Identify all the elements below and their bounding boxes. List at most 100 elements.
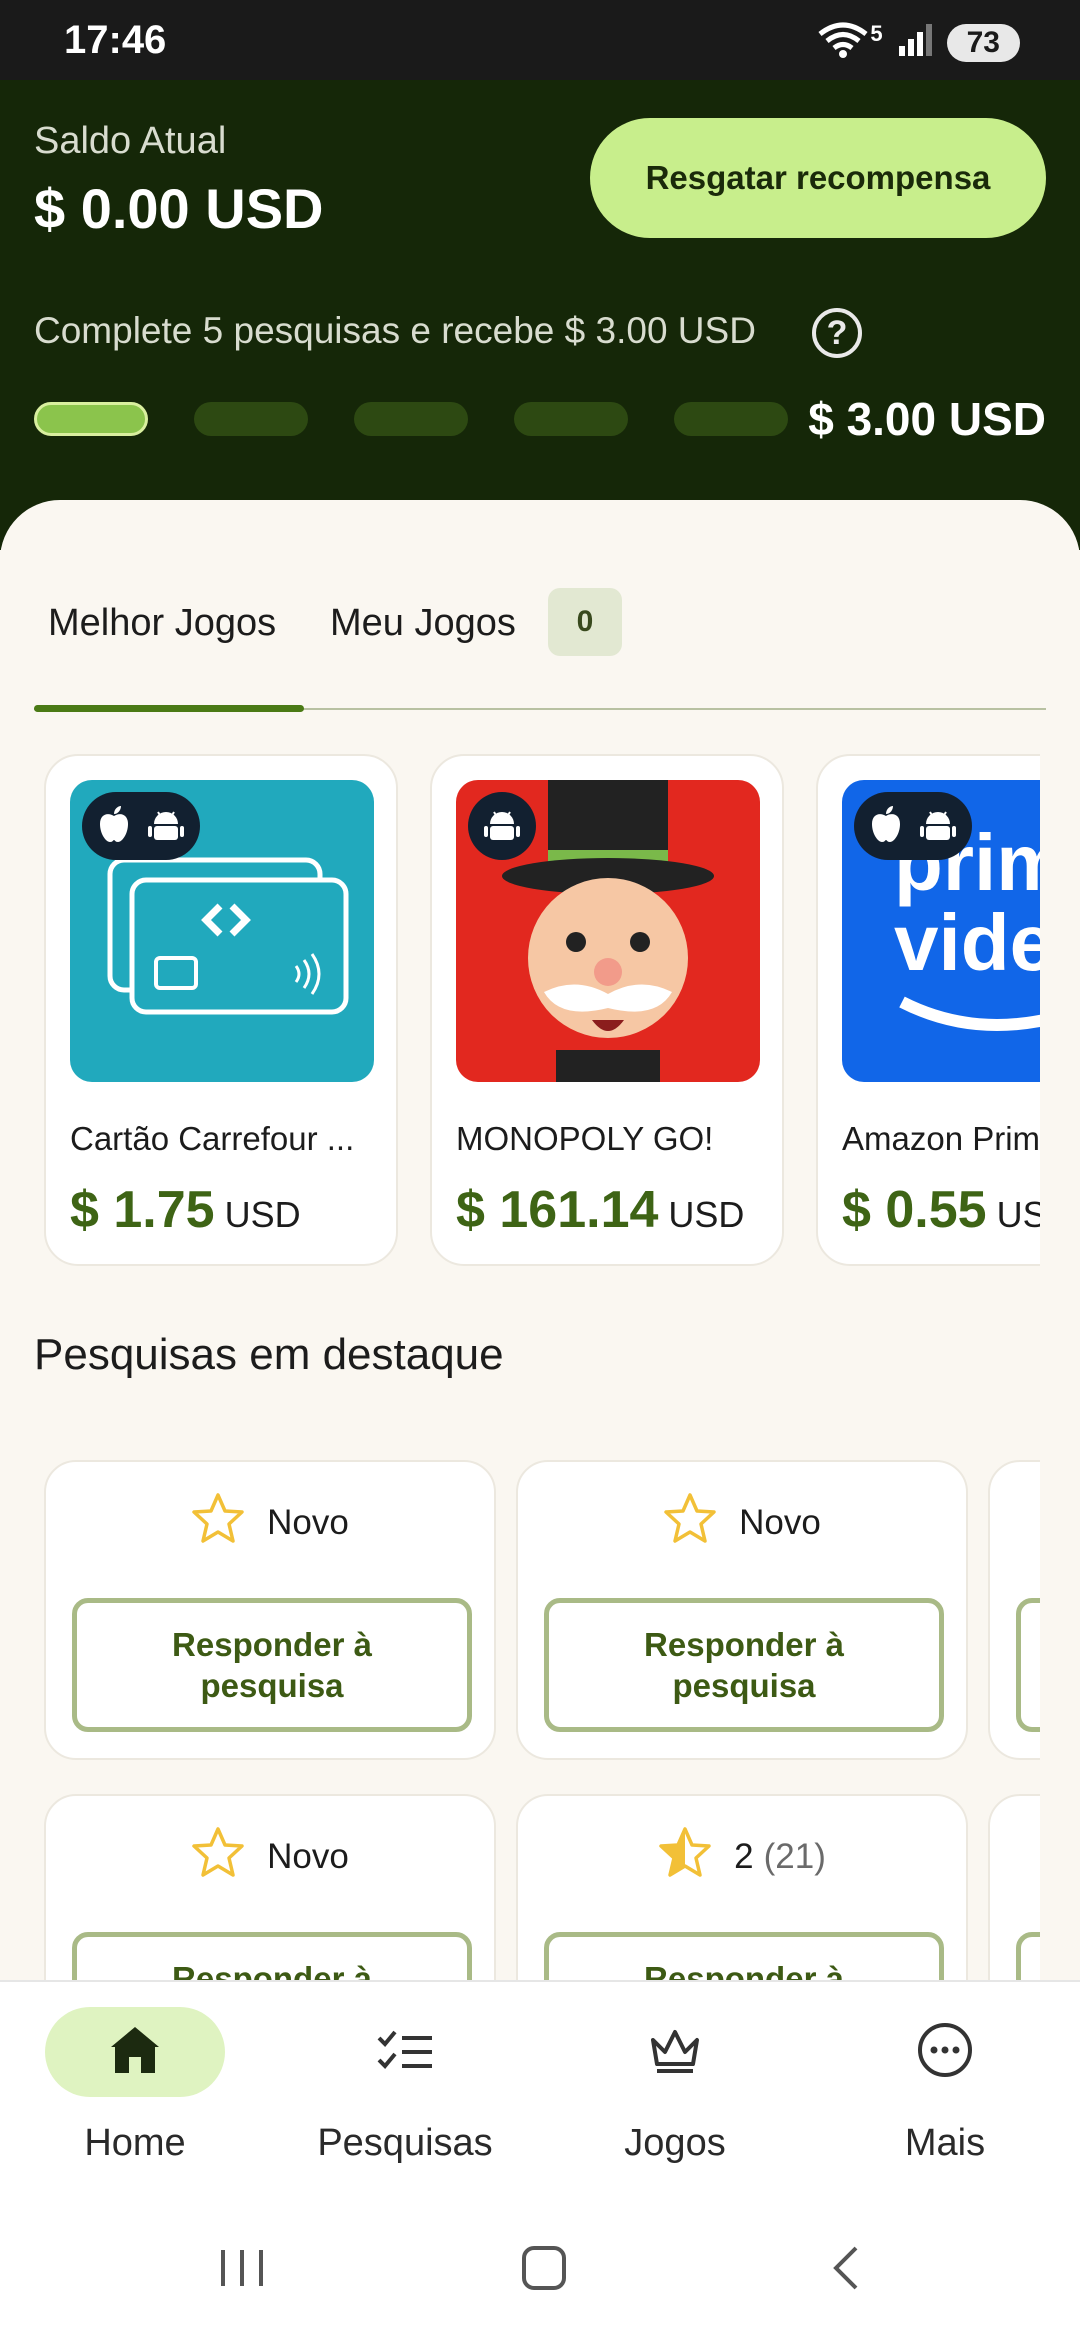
game-card[interactable]: Cartão Carrefour ... $ 1.75 USD (44, 754, 398, 1266)
respond-survey-button[interactable]: Responder à pesquisa (544, 1932, 944, 1980)
game-name: Amazon Prim (842, 1120, 1040, 1157)
nav-more-highlight (855, 2007, 1035, 2097)
progress-step (674, 402, 788, 436)
nav-home-highlight (45, 2007, 225, 2097)
nav-games-highlight (585, 2007, 765, 2097)
survey-card-partial[interactable] (988, 1794, 1040, 1980)
back-button[interactable] (806, 2228, 886, 2308)
game-reward: $ 1.75 USD (70, 1180, 301, 1240)
balance-value: $ 0.00 USD (34, 177, 324, 240)
status-bar: 17:46 5 73 (0, 0, 1080, 80)
balance-header: Saldo Atual $ 0.00 USD Resgatar recompen… (0, 80, 1080, 550)
balance-label: Saldo Atual (34, 120, 227, 162)
checklist-icon (376, 2028, 434, 2077)
game-thumbnail-carrefour (70, 780, 374, 1082)
respond-survey-button[interactable]: Responder à pesquisa (72, 1598, 472, 1732)
survey-progress-steps (34, 402, 788, 436)
my-games-count-badge: 0 (548, 588, 622, 656)
games-tabs: Melhor Jogos Meu Jogos 0 (34, 588, 1046, 712)
game-card[interactable]: MONOPOLY GO! $ 161.14 USD (430, 754, 784, 1266)
apple-icon (96, 804, 132, 849)
survey-rating-label: 2 (734, 1836, 754, 1876)
nav-surveys-label: Pesquisas (317, 2122, 493, 2164)
tab-best-games[interactable]: Melhor Jogos (48, 602, 276, 645)
status-icons: 5 73 (816, 20, 1020, 65)
svg-text:vide: vide (894, 898, 1040, 987)
nav-more-label: Mais (904, 2122, 986, 2164)
recent-apps-button[interactable] (202, 2228, 282, 2308)
home-icon (109, 2025, 161, 2080)
bottom-navigation: Home Pesquisas Jogos Mais (0, 1980, 1080, 2180)
star-half-icon (658, 1826, 712, 1887)
game-reward-unit: USD (668, 1194, 745, 1235)
platform-badges (854, 792, 972, 860)
progress-reward: $ 3.00 USD (808, 393, 1046, 445)
help-icon[interactable]: ? (812, 308, 862, 358)
survey-rating: Novo (518, 1492, 966, 1553)
game-reward-unit: US (996, 1194, 1040, 1235)
survey-rating-label: Novo (267, 1502, 349, 1542)
progress-step (354, 402, 468, 436)
survey-card[interactable]: Novo Responder à pesquisa (44, 1794, 496, 1980)
system-navigation-bar (0, 2180, 1080, 2340)
survey-card[interactable]: 2 (21) Responder à pesquisa (516, 1794, 968, 1980)
survey-card[interactable]: Novo Responder à pesquisa (516, 1460, 968, 1760)
star-outline-icon (663, 1492, 717, 1553)
main-sheet: Melhor Jogos Meu Jogos 0 Cartão Carrefou… (0, 500, 1080, 1980)
nav-surveys[interactable]: Pesquisas (270, 1982, 540, 2182)
game-name: Cartão Carrefour ... (70, 1120, 355, 1157)
games-carousel[interactable]: Cartão Carrefour ... $ 1.75 USD MONOPOLY… (44, 754, 1040, 1274)
more-icon (917, 2022, 973, 2083)
survey-rating-label: Novo (739, 1502, 821, 1542)
game-thumbnail-monopoly (456, 780, 760, 1082)
progress-step (34, 402, 148, 436)
wifi-icon (816, 20, 870, 65)
game-reward-unit: USD (224, 1194, 301, 1235)
respond-survey-button-partial[interactable] (1016, 1598, 1040, 1732)
respond-survey-button-partial[interactable] (1016, 1932, 1040, 1980)
platform-badges (468, 792, 536, 860)
game-name: MONOPOLY GO! (456, 1120, 714, 1157)
progress-step (514, 402, 628, 436)
apple-icon (868, 804, 904, 849)
survey-rating: Novo (46, 1826, 494, 1887)
survey-rating: 2 (21) (518, 1826, 966, 1887)
home-system-button[interactable] (504, 2228, 584, 2308)
nav-home-label: Home (84, 2122, 186, 2164)
tab-my-games[interactable]: Meu Jogos (330, 602, 516, 645)
star-outline-icon (191, 1492, 245, 1553)
survey-rating: Novo (46, 1492, 494, 1553)
progress-step (194, 402, 308, 436)
nav-home[interactable]: Home (0, 1982, 270, 2182)
nav-games-label: Jogos (624, 2122, 726, 2164)
game-reward-amount: $ 1.75 (70, 1181, 215, 1239)
nav-surveys-highlight (315, 2007, 495, 2097)
game-reward: $ 161.14 USD (456, 1180, 744, 1240)
game-card[interactable]: prim vide Amazon Prim $ 0.55 US (816, 754, 1040, 1266)
android-icon (482, 804, 522, 849)
android-icon (918, 804, 958, 849)
featured-surveys-grid[interactable]: Novo Responder à pesquisa Novo Responder… (44, 1460, 1040, 1980)
android-icon (146, 804, 186, 849)
star-outline-icon (191, 1826, 245, 1887)
battery-indicator: 73 (946, 23, 1020, 62)
nav-more[interactable]: Mais (810, 1982, 1080, 2182)
survey-card-partial[interactable] (988, 1460, 1040, 1760)
survey-rating-count: (21) (763, 1836, 826, 1876)
redeem-button[interactable]: Resgatar recompensa (590, 118, 1046, 238)
game-reward: $ 0.55 US (842, 1180, 1040, 1240)
respond-survey-button[interactable]: Responder à pesquisa (544, 1598, 944, 1732)
crown-icon (647, 2026, 703, 2079)
survey-rating-label: Novo (267, 1836, 349, 1876)
tab-indicator (34, 705, 304, 712)
network-badge: 5 (870, 20, 883, 46)
game-reward-amount: $ 0.55 (842, 1181, 987, 1239)
nav-games[interactable]: Jogos (540, 1982, 810, 2182)
progress-text: Complete 5 pesquisas e recebe $ 3.00 USD (34, 310, 756, 351)
status-time: 17:46 (64, 18, 167, 62)
game-thumbnail-amazon-prime: prim vide (842, 780, 1040, 1082)
respond-survey-button[interactable]: Responder à pesquisa (72, 1932, 472, 1980)
survey-card[interactable]: Novo Responder à pesquisa (44, 1460, 496, 1760)
featured-surveys-title: Pesquisas em destaque (34, 1330, 504, 1379)
game-reward-amount: $ 161.14 (456, 1181, 659, 1239)
